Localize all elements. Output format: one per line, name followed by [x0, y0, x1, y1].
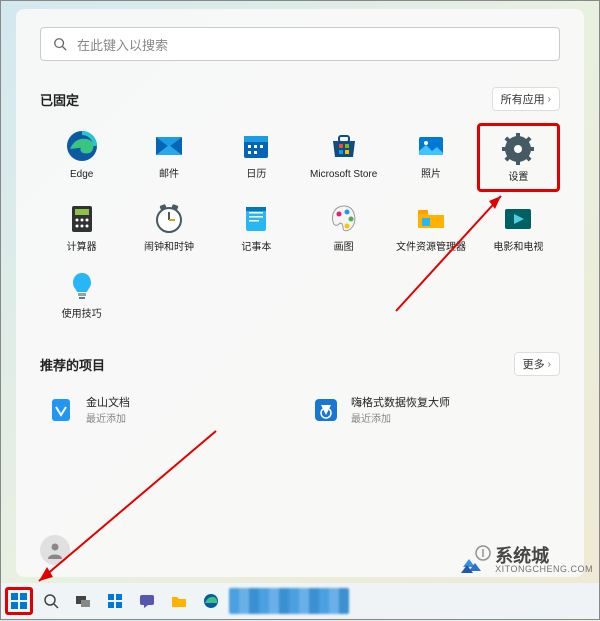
start-menu: 在此键入以搜索 已固定 所有应用 › Edge 邮件 日历 Microsoft …	[16, 9, 584, 577]
chevron-right-icon: ›	[548, 94, 551, 105]
taskbar-chat[interactable]	[133, 587, 161, 615]
app-label: 邮件	[159, 169, 179, 180]
app-label: 画图	[334, 242, 354, 253]
recommended-grid: 金山文档 最近添加 嗨格式数据恢复大师 最近添加	[40, 388, 560, 431]
taskbar-taskview[interactable]	[69, 587, 97, 615]
rec-item-jinshan[interactable]: 金山文档 最近添加	[40, 388, 295, 431]
app-calendar[interactable]: 日历	[215, 123, 298, 192]
app-label: 文件资源管理器	[396, 242, 466, 253]
app-label: 计算器	[67, 242, 97, 253]
all-apps-button[interactable]: 所有应用 ›	[492, 87, 560, 111]
widgets-icon	[106, 592, 124, 610]
more-label: 更多	[523, 356, 545, 372]
app-movies[interactable]: 电影和电视	[477, 196, 560, 259]
app-mail[interactable]: 邮件	[127, 123, 210, 192]
app-label: 日历	[246, 169, 266, 180]
watermark-logo	[461, 545, 491, 575]
notepad-icon	[239, 202, 273, 236]
mail-icon	[152, 129, 186, 163]
taskbar-search[interactable]	[37, 587, 65, 615]
photos-icon	[414, 129, 448, 163]
rec-item-recovery[interactable]: 嗨格式数据恢复大师 最近添加	[305, 388, 560, 431]
app-edge[interactable]: Edge	[40, 123, 123, 192]
document-icon	[46, 395, 76, 425]
pinned-grid: Edge 邮件 日历 Microsoft Store 照片 设置 计算器 闹钟	[40, 123, 560, 326]
app-calculator[interactable]: 计算器	[40, 196, 123, 259]
taskbar-widgets[interactable]	[101, 587, 129, 615]
chevron-right-icon: ›	[548, 359, 551, 370]
app-photos[interactable]: 照片	[389, 123, 472, 192]
taskbar-explorer[interactable]	[165, 587, 193, 615]
app-notepad[interactable]: 记事本	[215, 196, 298, 259]
app-label: Edge	[70, 169, 93, 180]
taskbar-blurred-apps	[229, 588, 349, 614]
gear-icon	[501, 132, 535, 166]
taskbar-edge[interactable]	[197, 587, 225, 615]
rec-sub: 最近添加	[351, 410, 450, 425]
movies-icon	[501, 202, 535, 236]
rec-title: 嗨格式数据恢复大师	[351, 394, 450, 410]
taskview-icon	[74, 592, 92, 610]
folder-icon	[414, 202, 448, 236]
edge-icon	[65, 129, 99, 163]
start-search[interactable]: 在此键入以搜索	[40, 27, 560, 61]
app-label: 记事本	[241, 242, 271, 253]
search-placeholder: 在此键入以搜索	[77, 35, 168, 54]
clock-icon	[152, 202, 186, 236]
app-tips[interactable]: 使用技巧	[40, 263, 123, 326]
app-label: 闹钟和时钟	[144, 242, 194, 253]
watermark: 系统城 XITONGCHENG.COM	[461, 545, 593, 575]
edge-icon	[202, 592, 220, 610]
rec-sub: 最近添加	[86, 410, 130, 425]
pinned-header: 已固定 所有应用 ›	[40, 87, 560, 111]
recommended-title: 推荐的项目	[40, 355, 105, 374]
folder-icon	[170, 592, 188, 610]
app-label: 设置	[508, 172, 528, 183]
calendar-icon	[239, 129, 273, 163]
calculator-icon	[65, 202, 99, 236]
taskbar	[1, 583, 599, 619]
app-label: 电影和电视	[493, 242, 543, 253]
app-clock[interactable]: 闹钟和时钟	[127, 196, 210, 259]
rec-title: 金山文档	[86, 394, 130, 410]
chat-icon	[138, 592, 156, 610]
watermark-url: XITONGCHENG.COM	[495, 565, 593, 574]
search-icon	[53, 37, 67, 51]
user-avatar[interactable]	[40, 535, 70, 565]
app-settings[interactable]: 设置	[477, 123, 560, 192]
more-button[interactable]: 更多 ›	[514, 352, 560, 376]
pinned-title: 已固定	[40, 90, 79, 109]
recovery-icon	[311, 395, 341, 425]
app-label: 照片	[421, 169, 441, 180]
watermark-text: 系统城	[495, 547, 593, 565]
search-icon	[42, 592, 60, 610]
paint-icon	[327, 202, 361, 236]
app-label: 使用技巧	[62, 309, 102, 320]
windows-icon	[10, 592, 28, 610]
start-button[interactable]	[5, 587, 33, 615]
app-paint[interactable]: 画图	[302, 196, 385, 259]
bulb-icon	[65, 269, 99, 303]
user-icon	[46, 541, 64, 559]
store-icon	[327, 129, 361, 163]
all-apps-label: 所有应用	[501, 91, 545, 107]
app-explorer[interactable]: 文件资源管理器	[389, 196, 472, 259]
recommended-header: 推荐的项目 更多 ›	[40, 352, 560, 376]
app-store[interactable]: Microsoft Store	[302, 123, 385, 192]
app-label: Microsoft Store	[310, 169, 377, 180]
